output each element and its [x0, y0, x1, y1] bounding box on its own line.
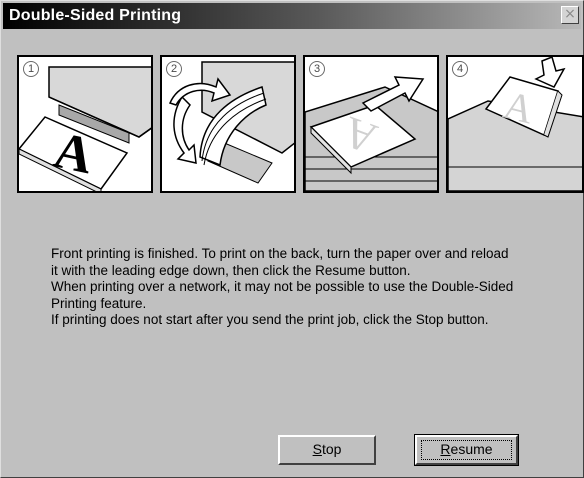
close-icon: ×: [564, 6, 576, 22]
flip-paper-icon: [168, 61, 294, 184]
message-line: Front printing is finished. To print on …: [51, 246, 509, 261]
resume-button[interactable]: Resume: [414, 434, 519, 466]
step-number: 1: [23, 61, 39, 77]
message-line: it with the leading edge down, then clic…: [51, 262, 411, 278]
dialog-window: Double-Sided Printing × A 1 2 A 3 A 4 Fr…: [0, 0, 584, 478]
reload-paper-icon: A: [448, 57, 582, 191]
step-2-illustration: 2: [160, 55, 296, 193]
dialog-title: Double-Sided Printing: [9, 7, 182, 24]
stop-label: top: [321, 441, 342, 457]
step-1-illustration: A 1: [17, 55, 153, 193]
title-bar[interactable]: Double-Sided Printing ×: [3, 3, 581, 29]
focus-rect: [421, 440, 512, 460]
message-line: Printing feature.: [51, 295, 147, 311]
step-3-illustration: A 3: [303, 55, 439, 193]
stop-button[interactable]: Stop: [278, 435, 376, 465]
step-number: 3: [309, 61, 325, 77]
step-number: 4: [452, 61, 468, 77]
message-line: When printing over a network, it may not…: [51, 279, 514, 294]
printer-printed-sheet-icon: A: [19, 66, 151, 191]
remove-paper-icon: A: [305, 76, 437, 191]
step-4-illustration: A 4: [446, 55, 584, 193]
instruction-message: Front printing is finished. To print on …: [51, 246, 571, 329]
close-button[interactable]: ×: [561, 6, 579, 24]
instruction-illustrations: A 1 2 A 3 A 4: [17, 55, 584, 193]
message-line: If printing does not start after you sen…: [51, 312, 489, 327]
stop-mnemonic: S: [312, 441, 322, 457]
step-number: 2: [166, 61, 182, 77]
